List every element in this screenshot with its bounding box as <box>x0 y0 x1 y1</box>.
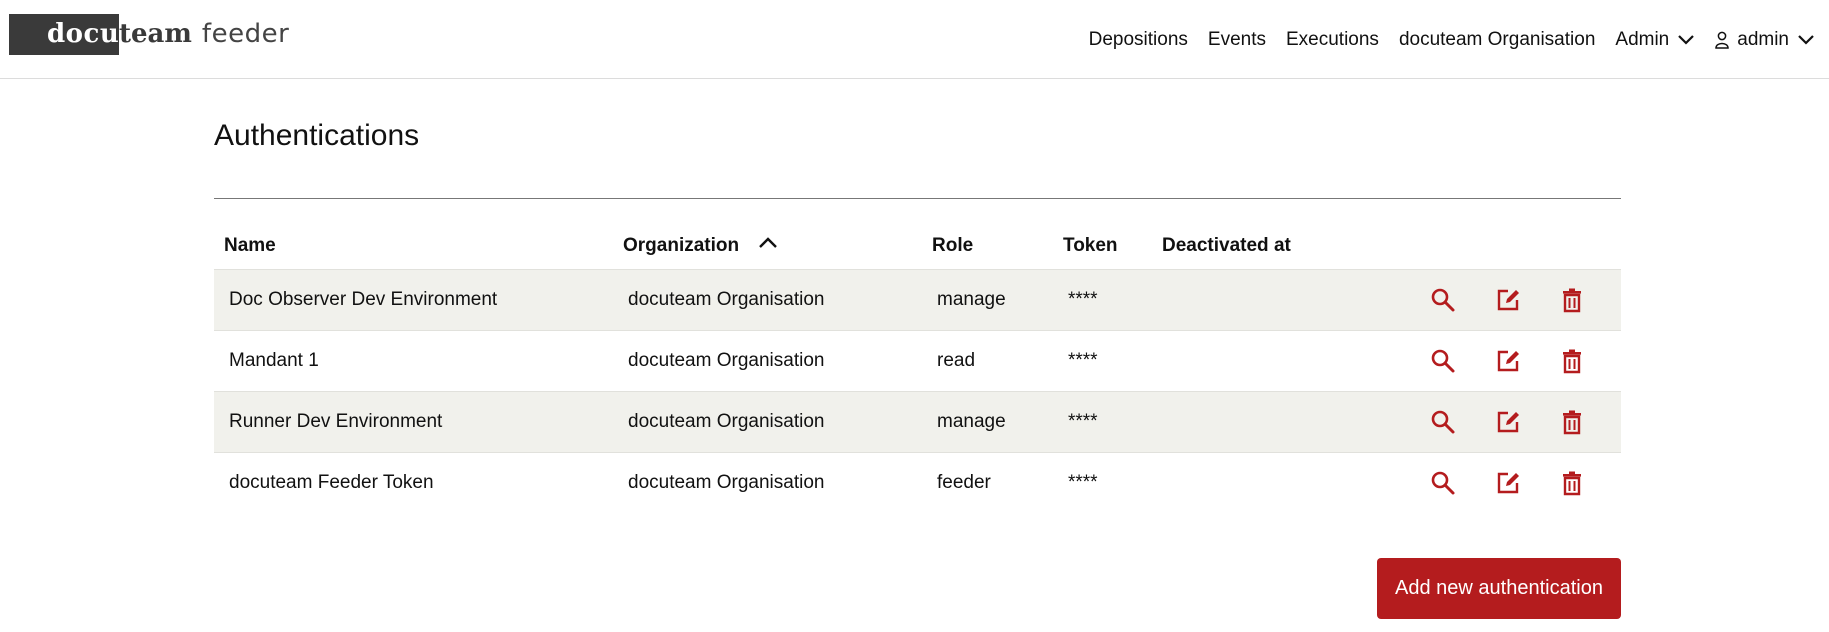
row-actions <box>1372 269 1621 330</box>
view-button[interactable] <box>1430 470 1456 496</box>
trash-icon <box>1563 471 1581 495</box>
table-row: docuteam Feeder Token docuteam Organisat… <box>214 452 1621 513</box>
edit-icon <box>1497 411 1519 432</box>
chevron-down-icon <box>1798 34 1814 45</box>
cell-deactivated-at <box>1152 269 1372 330</box>
edit-button[interactable] <box>1495 348 1521 374</box>
cell-deactivated-at <box>1152 330 1372 391</box>
nav-executions[interactable]: Executions <box>1286 29 1379 51</box>
column-header-role-label: Role <box>932 235 974 257</box>
column-header-token-label: Token <box>1063 235 1118 257</box>
nav-organisation[interactable]: docuteam Organisation <box>1399 29 1595 51</box>
cell-deactivated-at <box>1152 452 1372 513</box>
cell-name: Runner Dev Environment <box>229 410 443 432</box>
edit-icon <box>1497 350 1519 371</box>
column-header-deactivated-label: Deactivated at <box>1162 235 1291 257</box>
column-header-name-label: Name <box>224 235 276 257</box>
cell-name: docuteam Feeder Token <box>229 471 434 493</box>
cell-name: Mandant 1 <box>229 349 319 371</box>
trash-icon <box>1563 410 1581 434</box>
cell-role: manage <box>937 288 1006 310</box>
logo-docu: docu <box>9 14 119 55</box>
search-icon <box>1432 410 1455 433</box>
cell-organization: docuteam Organisation <box>628 288 825 310</box>
logo-team: team <box>119 19 192 49</box>
table-row: Mandant 1 docuteam Organisation read ***… <box>214 330 1621 391</box>
row-actions <box>1372 391 1621 452</box>
row-actions <box>1372 452 1621 513</box>
table-header-row: Name Organization Role Token Deactivated… <box>214 224 1621 269</box>
add-authentication-button[interactable]: Add new authentication <box>1377 558 1621 619</box>
row-actions <box>1372 330 1621 391</box>
logo-feeder: feeder <box>201 19 290 49</box>
table-row: Runner Dev Environment docuteam Organisa… <box>214 391 1621 452</box>
search-icon <box>1432 349 1455 372</box>
trash-icon <box>1563 288 1581 312</box>
nav-events[interactable]: Events <box>1208 29 1266 51</box>
delete-button[interactable] <box>1559 409 1585 435</box>
edit-button[interactable] <box>1495 409 1521 435</box>
chevron-up-icon <box>759 237 778 249</box>
view-button[interactable] <box>1430 348 1456 374</box>
cell-role: read <box>937 349 976 371</box>
user-icon <box>1715 31 1730 49</box>
main-nav: Depositions Events Executions docuteam O… <box>1089 0 1829 79</box>
delete-button[interactable] <box>1559 348 1585 374</box>
nav-user-dropdown[interactable]: admin <box>1715 29 1815 51</box>
cell-organization: docuteam Organisation <box>628 410 825 432</box>
chevron-down-icon <box>1678 34 1695 45</box>
cell-name: Doc Observer Dev Environment <box>229 288 498 310</box>
column-header-token[interactable]: Token <box>1053 224 1152 269</box>
top-navbar: docu team feeder Depositions Events Execut… <box>0 0 1829 79</box>
cell-token: **** <box>1068 349 1098 371</box>
search-icon <box>1432 288 1455 311</box>
edit-button[interactable] <box>1495 470 1521 496</box>
title-divider <box>214 198 1621 199</box>
column-header-organization-label: Organization <box>623 235 740 257</box>
cell-token: **** <box>1068 410 1098 432</box>
nav-admin-label: Admin <box>1615 28 1670 50</box>
cell-organization: docuteam Organisation <box>628 471 825 493</box>
cell-organization: docuteam Organisation <box>628 349 825 371</box>
cell-role: manage <box>937 410 1006 432</box>
nav-admin-dropdown[interactable]: Admin <box>1615 29 1695 51</box>
nav-user-label: admin <box>1737 28 1789 50</box>
page-title: Authentications <box>214 119 420 152</box>
edit-icon <box>1497 289 1519 310</box>
edit-button[interactable] <box>1495 287 1521 313</box>
authentications-table: Name Organization Role Token Deactivated… <box>214 224 1621 513</box>
delete-button[interactable] <box>1559 287 1585 313</box>
edit-icon <box>1497 472 1519 493</box>
app-logo[interactable]: docu team feeder <box>9 14 289 55</box>
column-header-deactivated-at[interactable]: Deactivated at <box>1152 224 1372 269</box>
cell-deactivated-at <box>1152 391 1372 452</box>
column-header-organization[interactable]: Organization <box>613 224 922 269</box>
trash-icon <box>1563 349 1581 373</box>
view-button[interactable] <box>1430 287 1456 313</box>
cell-token: **** <box>1068 288 1098 310</box>
column-header-name[interactable]: Name <box>214 224 613 269</box>
cell-token: **** <box>1068 471 1098 493</box>
column-header-role[interactable]: Role <box>922 224 1053 269</box>
column-header-actions <box>1372 224 1621 269</box>
cell-role: feeder <box>937 471 991 493</box>
table-row: Doc Observer Dev Environment docuteam Or… <box>214 269 1621 330</box>
delete-button[interactable] <box>1559 470 1585 496</box>
view-button[interactable] <box>1430 409 1456 435</box>
search-icon <box>1432 471 1455 495</box>
nav-depositions[interactable]: Depositions <box>1089 29 1188 51</box>
